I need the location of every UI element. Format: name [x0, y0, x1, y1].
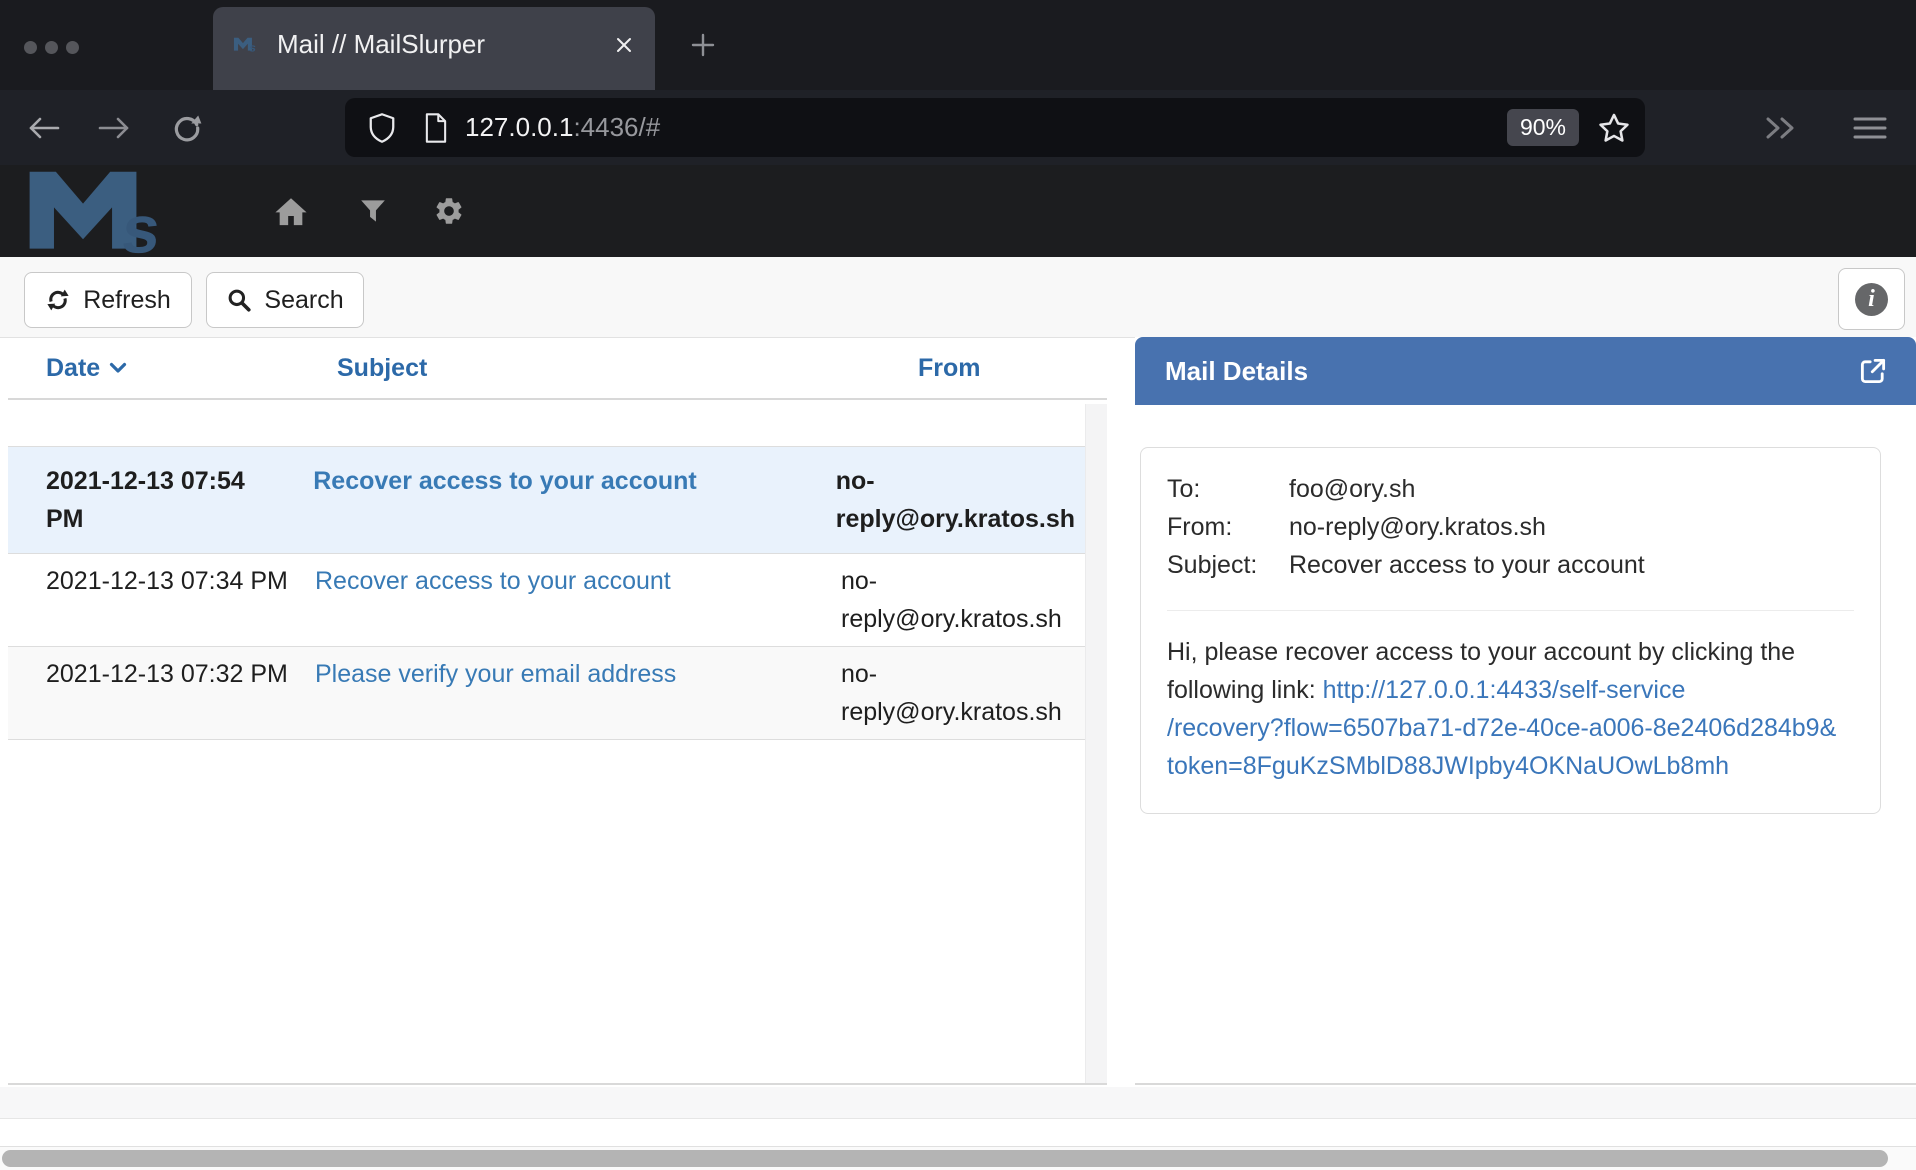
mail-row[interactable]: 2021-12-13 07:34 PM Recover access to yo… — [8, 553, 1085, 646]
url-path: :4436/# — [573, 112, 660, 142]
field-to: To: foo@ory.sh — [1167, 470, 1854, 508]
url-bar[interactable]: 127.0.0.1:4436/# 90% — [345, 98, 1645, 157]
reload-button-icon[interactable] — [165, 90, 209, 165]
url-host: 127.0.0.1 — [465, 112, 573, 142]
to-value: foo@ory.sh — [1289, 470, 1415, 508]
list-scrollbar-track[interactable] — [1085, 404, 1107, 1083]
mail-list-panel: Date Subject From 2021-12-13 07:54 PM Re… — [8, 338, 1107, 1085]
sort-chevron-down-icon — [109, 362, 127, 374]
recovery-link-line3: token=8FguKzSMblD88JWIpby4OKNaUOwLb8mh — [1167, 752, 1729, 780]
mailslurper-header — [0, 165, 1916, 257]
footer-strip — [0, 1087, 1916, 1119]
tab-title: Mail // MailSlurper — [277, 29, 605, 60]
refresh-button-label: Refresh — [83, 286, 171, 315]
bookmark-star-icon[interactable] — [1597, 111, 1631, 145]
mailslurper-logo — [24, 168, 202, 257]
window-controls[interactable] — [24, 41, 79, 54]
overflow-chevrons-icon[interactable] — [1760, 90, 1804, 165]
mail-row[interactable]: 2021-12-13 07:54 PM Recover access to yo… — [8, 446, 1085, 553]
tab-close-icon[interactable] — [613, 34, 635, 56]
recovery-link-line2: /recovery?flow=6507ba71-d72e-40ce-a006-8… — [1167, 714, 1836, 742]
column-header-from[interactable]: From — [826, 354, 1107, 383]
info-icon: i — [1855, 283, 1888, 316]
mail-row-from: no-reply@ory.kratos.sh — [821, 458, 1085, 542]
subject-value: Recover access to your account — [1289, 546, 1645, 584]
refresh-button[interactable]: Refresh — [24, 272, 192, 328]
browser-tab-bar: Mail // MailSlurper — [0, 0, 1916, 90]
horizontal-scrollbar[interactable] — [0, 1146, 1916, 1170]
mail-list-header: Date Subject From — [8, 338, 1107, 400]
mail-details-panel: Mail Details To: foo@ory.sh From: no-rep… — [1135, 337, 1916, 1085]
url-text: 127.0.0.1:4436/# — [465, 112, 1507, 143]
page-info-icon[interactable] — [423, 112, 449, 144]
from-label: From: — [1167, 508, 1289, 546]
mail-row-date: 2021-12-13 07:32 PM — [8, 651, 300, 735]
field-subject: Subject: Recover access to your account — [1167, 546, 1854, 584]
new-tab-plus-icon[interactable] — [686, 28, 720, 62]
mail-subject-link[interactable]: Recover access to your account — [315, 567, 671, 595]
mail-row-date: 2021-12-13 07:34 PM — [8, 558, 300, 642]
mail-row-from: no-reply@ory.kratos.sh — [826, 651, 1085, 735]
browser-window: s Mail // MailSlurper — [0, 0, 1916, 1170]
column-header-date[interactable]: Date — [8, 354, 300, 383]
browser-navbar: 127.0.0.1:4436/# 90% — [0, 90, 1916, 165]
mail-details-title: Mail Details — [1165, 356, 1856, 387]
info-button[interactable]: i — [1838, 268, 1905, 330]
mail-rows: 2021-12-13 07:54 PM Recover access to yo… — [8, 446, 1085, 740]
mail-subject-link[interactable]: Please verify your email address — [315, 660, 676, 688]
search-button[interactable]: Search — [206, 272, 364, 328]
filter-icon[interactable] — [350, 165, 396, 257]
mail-body: Hi, please recover access to your accoun… — [1167, 633, 1854, 785]
forward-button-icon[interactable] — [92, 90, 136, 165]
mail-row-date: 2021-12-13 07:54 PM — [8, 458, 298, 542]
date-header-label: Date — [46, 354, 100, 383]
menu-hamburger-icon[interactable] — [1848, 90, 1892, 165]
window-close-dot[interactable] — [24, 41, 37, 54]
search-button-label: Search — [264, 286, 343, 315]
column-header-subject[interactable]: Subject — [300, 354, 826, 383]
card-divider — [1167, 610, 1854, 611]
mail-row[interactable]: 2021-12-13 07:32 PM Please verify your e… — [8, 646, 1085, 740]
from-value: no-reply@ory.kratos.sh — [1289, 508, 1546, 546]
refresh-icon — [45, 287, 71, 313]
window-zoom-dot[interactable] — [66, 41, 79, 54]
shield-icon[interactable] — [367, 111, 397, 145]
app-toolbar: Refresh Search i — [0, 257, 1916, 338]
search-icon — [226, 287, 252, 313]
zoom-level-badge[interactable]: 90% — [1507, 109, 1579, 146]
subject-label: Subject: — [1167, 546, 1289, 584]
open-in-new-window-icon[interactable] — [1856, 354, 1890, 388]
field-from: From: no-reply@ory.kratos.sh — [1167, 508, 1854, 546]
settings-gear-icon[interactable] — [426, 165, 472, 257]
recovery-link-line1: http://127.0.0.1:4433/self-service — [1323, 676, 1686, 704]
horizontal-scrollbar-thumb[interactable] — [2, 1150, 1888, 1167]
browser-tab-mailslurper[interactable]: Mail // MailSlurper — [213, 7, 655, 90]
mail-details-heading: Mail Details — [1135, 337, 1916, 405]
home-icon[interactable] — [268, 165, 314, 257]
window-minimize-dot[interactable] — [45, 41, 58, 54]
mail-detail-card: To: foo@ory.sh From: no-reply@ory.kratos… — [1140, 447, 1881, 814]
tab-favicon-mailslurper-icon — [233, 36, 263, 54]
back-button-icon[interactable] — [22, 90, 66, 165]
mail-row-from: no-reply@ory.kratos.sh — [826, 558, 1085, 642]
to-label: To: — [1167, 470, 1289, 508]
mail-subject-link[interactable]: Recover access to your account — [313, 467, 697, 495]
